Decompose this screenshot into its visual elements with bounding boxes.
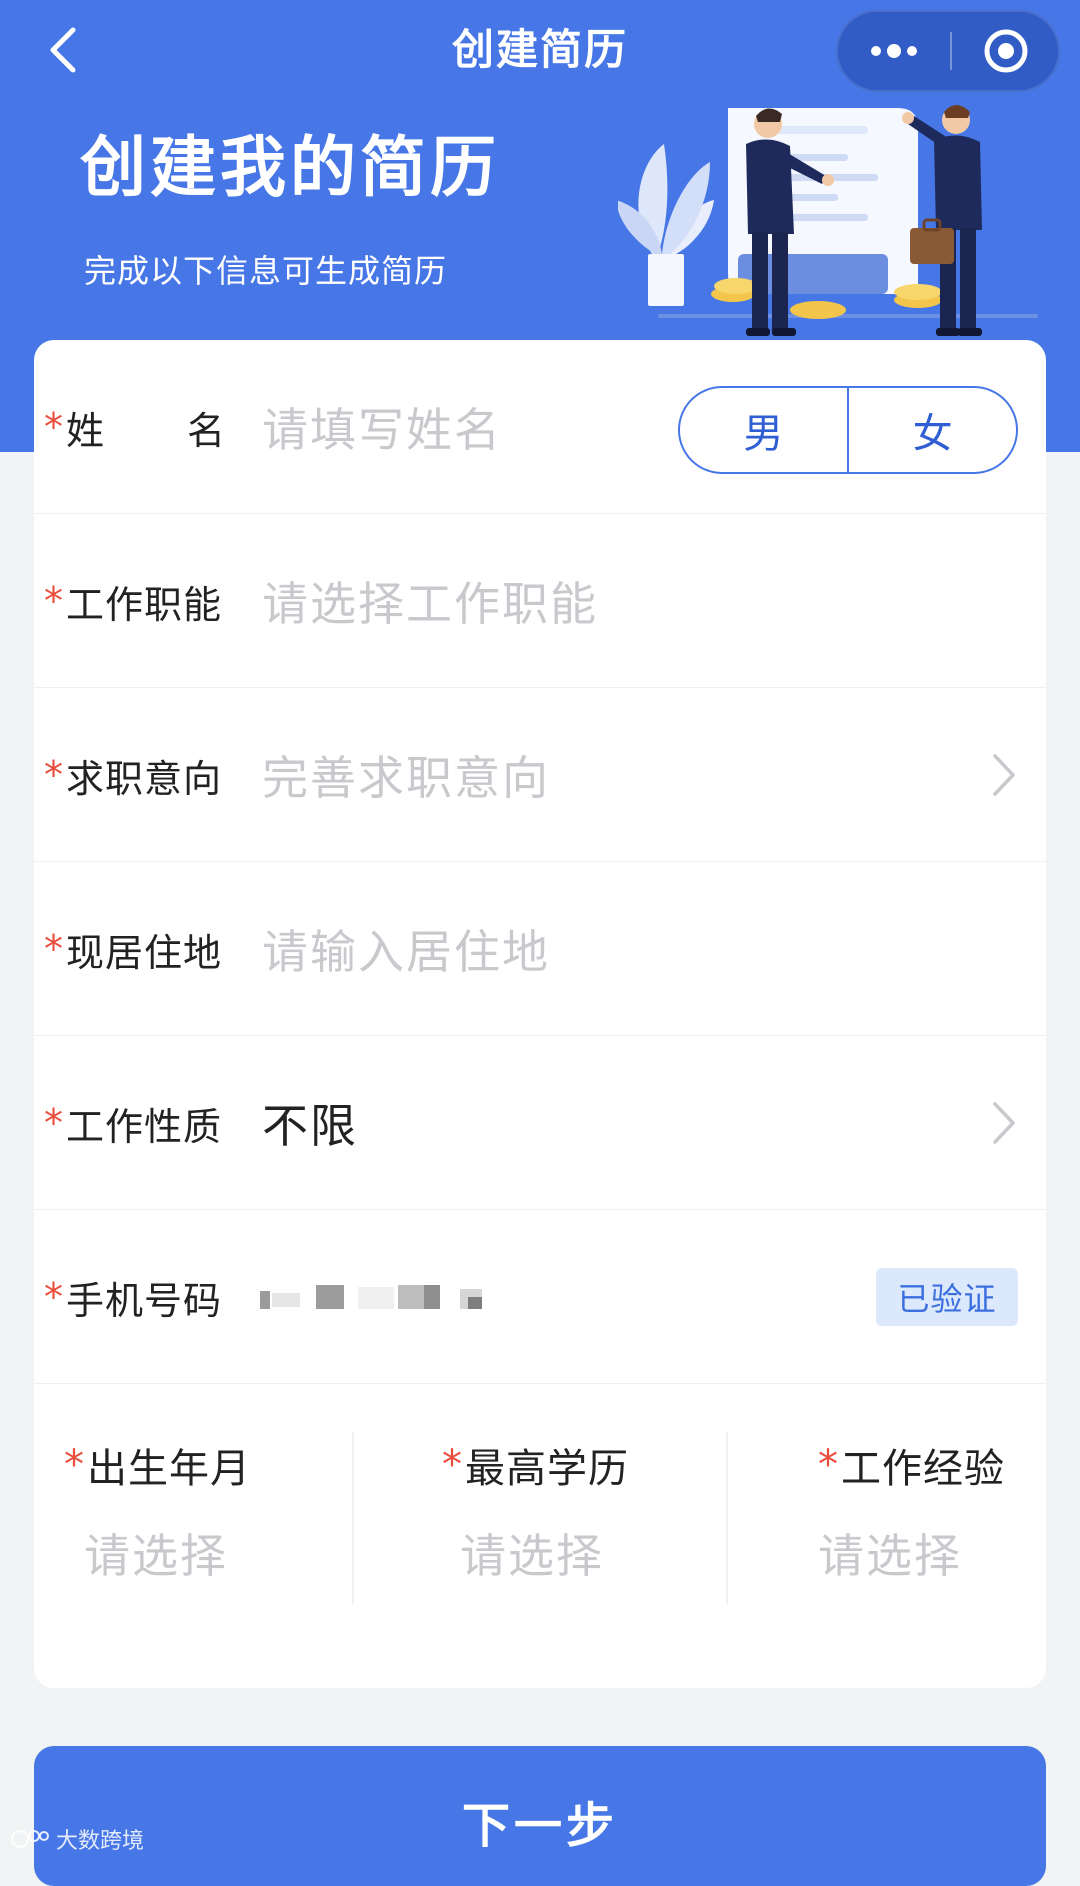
birth-select[interactable]: 请选择 bbox=[84, 1518, 228, 1588]
verified-badge: 已验证 bbox=[876, 1268, 1018, 1326]
phone-label-text: 手机号码 bbox=[66, 1278, 223, 1323]
column-divider bbox=[726, 1432, 728, 1604]
required-mark: * bbox=[64, 1442, 85, 1488]
job-intention-label-text: 求职意向 bbox=[66, 756, 223, 801]
required-mark: * bbox=[442, 1442, 463, 1488]
gender-female-button[interactable]: 女 bbox=[849, 388, 1016, 472]
more-button[interactable] bbox=[838, 12, 950, 90]
job-function-select[interactable]: 请选择工作职能 bbox=[262, 514, 598, 688]
job-intention-row[interactable]: * 求职意向 完善求职意向 bbox=[34, 688, 1046, 862]
education-select[interactable]: 请选择 bbox=[460, 1518, 604, 1588]
job-intention-select[interactable]: 完善求职意向 bbox=[262, 688, 550, 862]
residence-label: * 现居住地 bbox=[44, 862, 222, 1036]
close-mini-program-button[interactable] bbox=[952, 12, 1060, 90]
job-function-row[interactable]: * 工作职能 请选择工作职能 bbox=[34, 514, 1046, 688]
name-label-part2: 名 bbox=[186, 408, 226, 453]
watermark-logo-icon bbox=[11, 1830, 49, 1848]
residence-row: * 现居住地 请输入居住地 bbox=[34, 862, 1046, 1036]
experience-column[interactable]: * 工作经验 请选择 bbox=[818, 1430, 1038, 1606]
experience-select[interactable]: 请选择 bbox=[818, 1518, 962, 1588]
chevron-right-icon bbox=[984, 1036, 1024, 1210]
residence-input[interactable]: 请输入居住地 bbox=[262, 862, 550, 1036]
required-mark: * bbox=[818, 1442, 839, 1488]
job-function-label: * 工作职能 bbox=[44, 514, 222, 688]
work-nature-row[interactable]: * 工作性质 不限 bbox=[34, 1036, 1046, 1210]
target-circle-icon bbox=[984, 29, 1028, 73]
education-label-text: 最高学历 bbox=[465, 1446, 629, 1492]
gender-male-button[interactable]: 男 bbox=[680, 388, 847, 472]
education-label: * 最高学历 bbox=[442, 1430, 629, 1500]
job-intention-label: * 求职意向 bbox=[44, 688, 222, 862]
work-nature-label: * 工作性质 bbox=[44, 1036, 222, 1210]
experience-label: * 工作经验 bbox=[818, 1430, 1005, 1500]
birth-label-text: 出生年月 bbox=[87, 1446, 251, 1492]
work-nature-label-text: 工作性质 bbox=[66, 1104, 223, 1149]
residence-label-text: 现居住地 bbox=[66, 930, 223, 975]
name-label: * 姓 名 bbox=[44, 340, 226, 514]
required-mark: * bbox=[44, 579, 64, 623]
watermark-text: 大数跨境 bbox=[56, 1829, 145, 1854]
experience-label-text: 工作经验 bbox=[841, 1446, 1005, 1492]
work-nature-select[interactable]: 不限 bbox=[262, 1036, 358, 1210]
required-mark: * bbox=[44, 927, 64, 971]
more-dots-icon bbox=[871, 44, 917, 58]
required-mark: * bbox=[44, 753, 64, 797]
next-step-button[interactable]: 下一步 bbox=[34, 1746, 1046, 1886]
name-input[interactable]: 请填写姓名 bbox=[262, 340, 502, 514]
required-mark: * bbox=[44, 1101, 64, 1145]
birth-label: * 出生年月 bbox=[64, 1430, 251, 1500]
education-column[interactable]: * 最高学历 请选择 bbox=[442, 1430, 702, 1606]
mini-program-capsule bbox=[836, 10, 1060, 92]
nav-bar: 创建简历 bbox=[0, 0, 1080, 104]
birth-column[interactable]: * 出生年月 请选择 bbox=[64, 1430, 324, 1606]
phone-label: * 手机号码 bbox=[44, 1210, 222, 1384]
job-function-label-text: 工作职能 bbox=[66, 582, 223, 627]
hero-title: 创建我的简历 bbox=[80, 129, 500, 206]
required-mark: * bbox=[44, 1275, 64, 1319]
column-divider bbox=[352, 1432, 354, 1604]
phone-number-masked bbox=[260, 1210, 490, 1384]
name-label-part1: 姓 bbox=[66, 408, 106, 453]
two-businessmen-resume-illustration bbox=[618, 105, 1038, 336]
required-mark: * bbox=[44, 405, 64, 449]
hero-subtitle: 完成以下信息可生成简历 bbox=[84, 252, 448, 290]
gender-toggle: 男 女 bbox=[678, 386, 1018, 474]
name-row: * 姓 名 请填写姓名 男 女 bbox=[34, 340, 1046, 514]
chevron-right-icon bbox=[984, 688, 1024, 862]
watermark: 大数跨境 bbox=[10, 1822, 144, 1856]
phone-row: * 手机号码 已验证 bbox=[34, 1210, 1046, 1384]
resume-form-card: * 姓 名 请填写姓名 男 女 * 工作职能 请选择工作职能 * 求职意向 完善… bbox=[34, 340, 1046, 1688]
basic-info-columns: * 出生年月 请选择 * 最高学历 请选择 * 工作经验 请选择 bbox=[34, 1402, 1046, 1632]
